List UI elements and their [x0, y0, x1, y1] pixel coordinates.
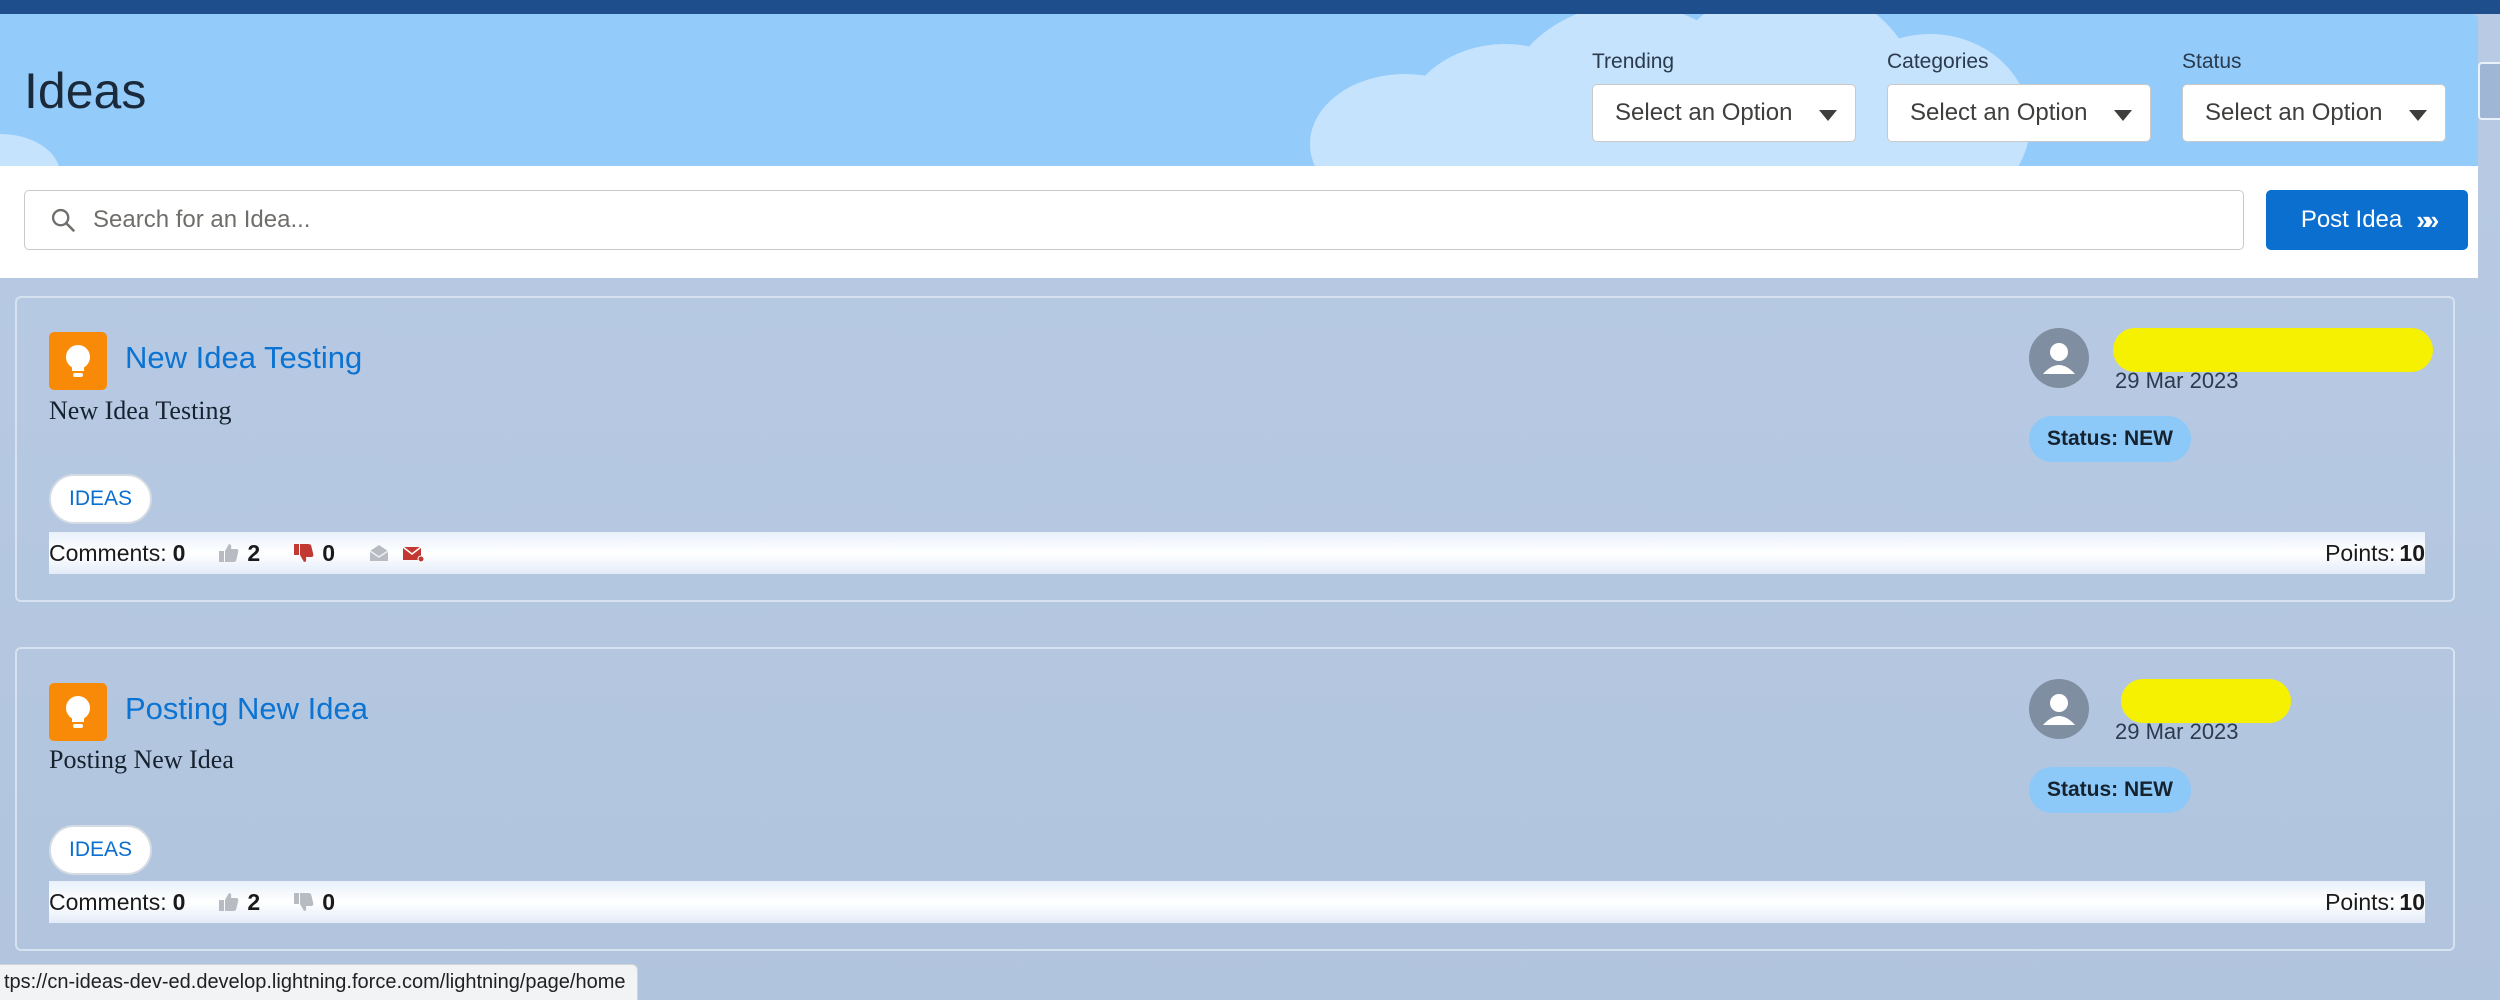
downvote-count: 0	[322, 888, 335, 915]
comments-value: 0	[172, 888, 186, 915]
lightbulb-icon	[49, 332, 107, 390]
idea-title-link[interactable]: New Idea Testing	[125, 340, 362, 376]
trending-select[interactable]: Select an Option	[1592, 84, 1856, 142]
thumbs-down-icon	[294, 544, 314, 562]
redacted-author-name	[2113, 328, 2433, 372]
idea-card: New Idea Testing New Idea Testing IDEAS …	[15, 296, 2455, 602]
filter-label: Status	[2182, 50, 2242, 73]
idea-body: New Idea Testing	[49, 396, 232, 425]
downvote-button[interactable]: 0	[292, 540, 335, 567]
category-tag[interactable]: IDEAS	[49, 825, 153, 875]
upvote-count: 2	[247, 888, 261, 915]
search-input[interactable]: Search for an Idea...	[24, 190, 2244, 250]
subscribe-button[interactable]	[367, 541, 391, 565]
status-badge: Status: NEW	[2029, 767, 2191, 813]
idea-card: Posting New Idea Posting New Idea IDEAS …	[15, 647, 2455, 951]
upvote-button[interactable]: 2	[217, 540, 260, 567]
ideas-header: Ideas Trending Select an Option Categori…	[0, 14, 2478, 166]
lightbulb-icon	[49, 683, 107, 741]
post-idea-button[interactable]: Post Idea »»	[2266, 190, 2468, 250]
upvote-button[interactable]: 2	[217, 889, 260, 916]
idea-stats-bar: Comments: 0 2 0 Points: 10	[49, 881, 2425, 923]
search-placeholder: Search for an Idea...	[93, 206, 311, 233]
thumbs-up-icon	[219, 544, 239, 562]
email-notify-button[interactable]	[401, 541, 425, 565]
points: Points: 10	[2325, 889, 2425, 916]
points-value: 10	[2399, 888, 2425, 915]
user-avatar-icon	[2029, 679, 2089, 739]
filter-categories: Categories Select an Option	[1887, 50, 2151, 142]
comments-count[interactable]: Comments: 0	[49, 540, 185, 567]
downvote-count: 0	[322, 539, 335, 566]
filter-label: Trending	[1592, 50, 1675, 73]
status-badge: Status: NEW	[2029, 416, 2191, 462]
comments-label: Comments:	[49, 539, 167, 566]
search-icon	[51, 208, 75, 232]
filter-trending: Trending Select an Option	[1592, 50, 1856, 142]
thumbs-up-icon	[219, 893, 239, 911]
points-value: 10	[2399, 539, 2425, 566]
double-chevron-right-icon: »»	[2416, 204, 2439, 235]
points-label: Points:	[2325, 539, 2396, 566]
categories-select[interactable]: Select an Option	[1887, 84, 2151, 142]
caret-down-icon	[2409, 109, 2427, 121]
comments-value: 0	[172, 539, 186, 566]
page-title: Ideas	[24, 63, 147, 119]
filter-status: Status Select an Option	[2182, 50, 2446, 142]
redacted-author-name	[2121, 679, 2291, 723]
comments-count[interactable]: Comments: 0	[49, 889, 185, 916]
user-avatar-icon	[2029, 328, 2089, 388]
idea-body: Posting New Idea	[49, 745, 234, 774]
select-value: Select an Option	[1910, 99, 2088, 126]
idea-stats-bar: Comments: 0 2 0 Points: 10	[49, 532, 2425, 574]
caret-down-icon	[2114, 109, 2132, 121]
points-label: Points:	[2325, 888, 2396, 915]
idea-title-link[interactable]: Posting New Idea	[125, 691, 368, 727]
filter-label: Categories	[1887, 50, 1989, 73]
category-tag[interactable]: IDEAS	[49, 474, 153, 524]
top-band	[0, 0, 2500, 14]
downvote-button[interactable]: 0	[292, 889, 335, 916]
caret-down-icon	[1819, 109, 1837, 121]
points: Points: 10	[2325, 540, 2425, 567]
status-select[interactable]: Select an Option	[2182, 84, 2446, 142]
ideas-page: Ideas Trending Select an Option Categori…	[0, 0, 2500, 1000]
idea-date: 29 Mar 2023	[2115, 719, 2239, 744]
comments-label: Comments:	[49, 888, 167, 915]
mail-icon	[402, 546, 425, 563]
thumbs-down-icon	[294, 893, 314, 911]
search-bar: Search for an Idea... Post Idea »»	[0, 166, 2478, 278]
idea-date: 29 Mar 2023	[2115, 368, 2239, 393]
post-idea-label: Post Idea	[2300, 206, 2403, 233]
select-value: Select an Option	[1615, 99, 1793, 126]
link-hover-url: tps://cn-ideas-dev-ed.develop.lightning.…	[0, 964, 639, 1000]
collapse-panel-handle[interactable]	[2478, 62, 2500, 120]
open-mail-icon	[369, 545, 389, 561]
cloud-decoration	[0, 134, 60, 166]
upvote-count: 2	[247, 539, 261, 566]
select-value: Select an Option	[2205, 99, 2383, 126]
